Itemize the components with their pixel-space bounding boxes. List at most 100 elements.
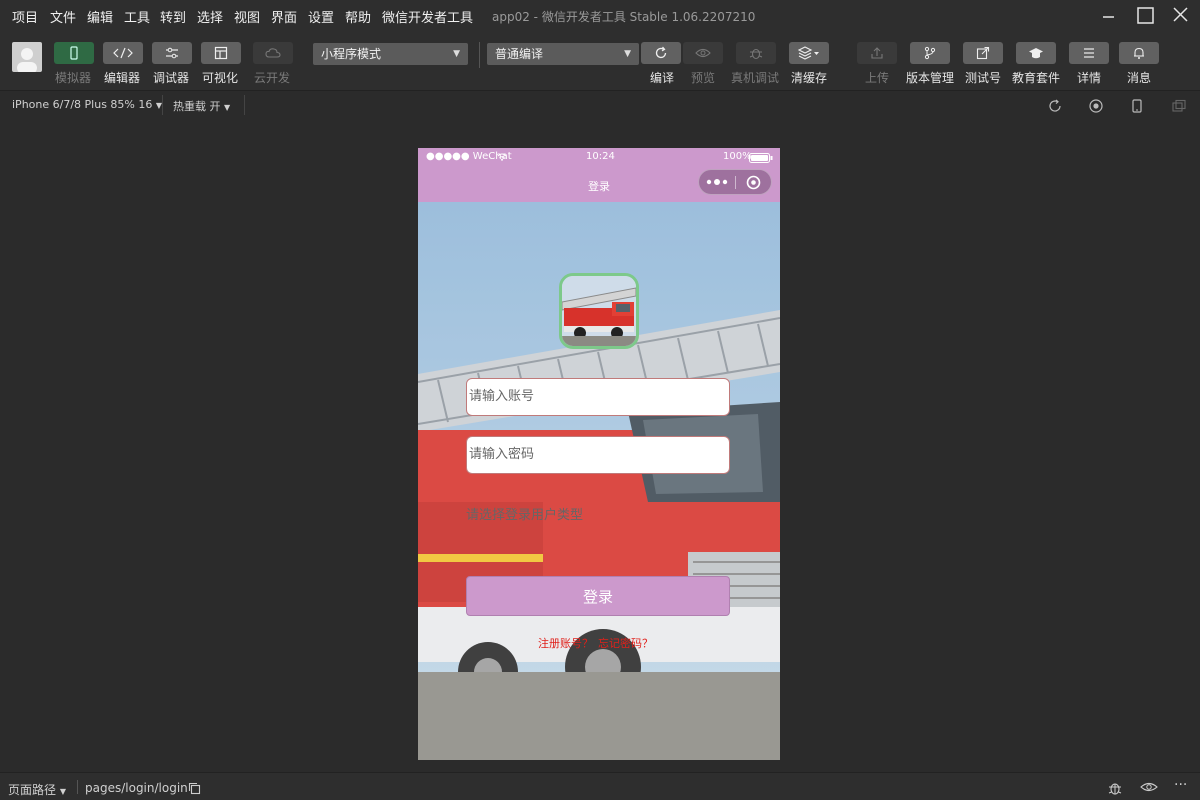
login-button[interactable]: 登录 xyxy=(466,576,730,616)
phone-nav-bar: 登录 xyxy=(418,168,780,202)
hot-reload-toggle[interactable]: 热重载 开 ▼ xyxy=(173,98,230,114)
preview-button[interactable] xyxy=(683,42,723,64)
editor-button[interactable] xyxy=(103,42,143,64)
menu-help[interactable]: 帮助 xyxy=(345,7,371,26)
capsule-menu xyxy=(698,169,772,195)
menu-interface[interactable]: 界面 xyxy=(271,7,297,26)
version-label: 版本管理 xyxy=(906,71,955,85)
avatar[interactable] xyxy=(12,42,42,72)
eye-icon[interactable] xyxy=(1140,781,1158,793)
subbar-divider xyxy=(244,95,245,115)
more-options-icon[interactable]: ··· xyxy=(1174,777,1187,793)
menu-lines-icon xyxy=(1084,48,1094,58)
rotate-icon[interactable] xyxy=(1048,99,1062,113)
toolbar-divider xyxy=(479,42,480,68)
mode-select[interactable]: 小程序模式 ▼ xyxy=(313,43,468,65)
close-icon xyxy=(1173,7,1188,22)
copy-icon[interactable] xyxy=(188,782,201,795)
app-logo xyxy=(559,273,639,349)
branch-icon xyxy=(924,46,936,60)
graduation-cap-icon xyxy=(1029,48,1043,59)
debugger-button[interactable] xyxy=(152,42,192,64)
account-input-placeholder: 请输入账号 xyxy=(469,389,535,404)
menu-file[interactable]: 文件 xyxy=(50,7,76,26)
bug-icon[interactable] xyxy=(1107,780,1123,796)
visual-label: 可视化 xyxy=(202,71,239,85)
phone-status-bar: ●●●●● WeChat 10:24 100% xyxy=(418,148,780,168)
refresh-icon xyxy=(655,46,667,59)
editor-label: 编辑器 xyxy=(104,71,141,85)
version-button[interactable] xyxy=(910,42,950,64)
battery-icon xyxy=(749,153,773,163)
close-window-button[interactable] xyxy=(1166,4,1194,28)
record-icon[interactable] xyxy=(1089,99,1103,113)
test-id-button[interactable] xyxy=(963,42,1003,64)
menu-edit[interactable]: 编辑 xyxy=(87,7,113,26)
page-path-select[interactable]: 页面路径 ▼ xyxy=(8,781,66,798)
clear-cache-button[interactable] xyxy=(789,42,829,64)
battery-percent: 100% xyxy=(723,151,752,162)
cloud-button[interactable] xyxy=(253,42,293,64)
phone-icon[interactable] xyxy=(1130,99,1144,113)
bell-icon xyxy=(1134,47,1144,59)
phone-time: 10:24 xyxy=(586,151,615,162)
details-label: 详情 xyxy=(1077,71,1102,85)
compile-button[interactable] xyxy=(641,42,681,64)
compile-label: 编译 xyxy=(650,71,675,85)
menu-settings[interactable]: 设置 xyxy=(308,7,334,26)
popout-window-icon[interactable] xyxy=(1172,99,1186,113)
chevron-down-icon: ▼ xyxy=(453,49,460,59)
eye-icon xyxy=(695,48,711,58)
maximize-button[interactable] xyxy=(1131,4,1159,28)
forgot-password-link[interactable]: 忘记密码？ xyxy=(598,635,653,651)
phone-simulator: ●●●●● WeChat 10:24 100% 登录 请输入账号 请输入密码 请… xyxy=(418,148,780,760)
minimize-button[interactable] xyxy=(1094,4,1122,28)
capsule-divider xyxy=(735,176,736,189)
edu-label: 教育套件 xyxy=(1012,71,1061,85)
clear-cache-label: 清缓存 xyxy=(791,71,828,85)
compile-mode-value: 普通编译 xyxy=(495,47,544,61)
simulator-button[interactable] xyxy=(54,42,94,64)
page-path: pages/login/login xyxy=(85,781,188,795)
messages-label: 消息 xyxy=(1127,71,1152,85)
menu-tools[interactable]: 工具 xyxy=(124,7,150,26)
account-input[interactable]: 请输入账号 xyxy=(466,378,730,416)
layout-icon xyxy=(214,46,228,60)
sliders-icon xyxy=(166,47,178,59)
bug-icon xyxy=(749,48,763,60)
phone-icon xyxy=(70,46,78,60)
messages-button[interactable] xyxy=(1119,42,1159,64)
menu-wechat-devtools[interactable]: 微信开发者工具 xyxy=(382,7,473,26)
menu-view[interactable]: 视图 xyxy=(234,7,260,26)
register-link[interactable]: 注册账号？ xyxy=(538,635,593,651)
visual-button[interactable] xyxy=(201,42,241,64)
upload-button[interactable] xyxy=(857,42,897,64)
cloud-icon xyxy=(265,48,281,58)
menu-bar: 项目 文件 编辑 工具 转到 选择 视图 界面 设置 帮助 微信开发者工具 ap… xyxy=(0,0,1200,32)
edu-button[interactable] xyxy=(1016,42,1056,64)
chevron-down-icon: ▼ xyxy=(224,103,231,112)
chevron-down-icon: ▼ xyxy=(624,49,631,59)
compile-mode-select[interactable]: 普通编译 ▼ xyxy=(487,43,639,65)
device-select[interactable]: iPhone 6/7/8 Plus 85% 16 ▼ xyxy=(12,98,162,111)
more-dots-icon[interactable] xyxy=(706,178,728,186)
minimize-icon xyxy=(1103,16,1114,18)
menu-select[interactable]: 选择 xyxy=(197,7,223,26)
details-button[interactable] xyxy=(1069,42,1109,64)
menu-project[interactable]: 项目 xyxy=(12,7,38,26)
password-input[interactable]: 请输入密码 xyxy=(466,436,730,474)
menu-goto[interactable]: 转到 xyxy=(160,7,186,26)
user-icon xyxy=(17,48,37,72)
user-type-picker[interactable]: 请选择登录用户类型 xyxy=(466,504,583,523)
preview-label: 预览 xyxy=(691,71,716,85)
simulator-label: 模拟器 xyxy=(55,71,92,85)
upload-icon xyxy=(871,47,883,59)
close-miniprogram-icon[interactable] xyxy=(746,175,761,190)
remote-debug-button[interactable] xyxy=(736,42,776,64)
subbar-divider xyxy=(162,95,163,115)
wifi-icon xyxy=(497,153,507,161)
cloud-label: 云开发 xyxy=(254,71,291,85)
window-title: app02 - 微信开发者工具 Stable 1.06.2207210 xyxy=(492,10,756,24)
external-link-icon xyxy=(976,46,990,60)
status-divider xyxy=(77,780,78,794)
